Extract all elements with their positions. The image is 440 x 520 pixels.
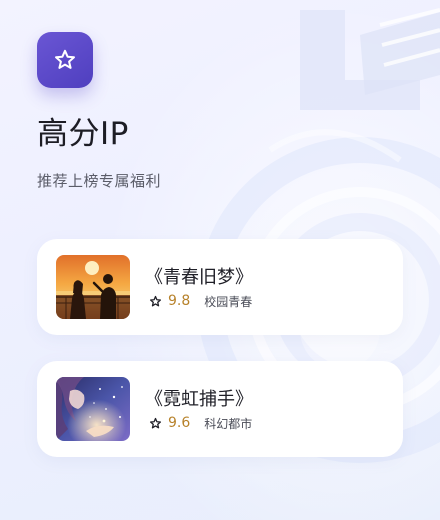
- book-cover: [56, 377, 130, 441]
- book-genre: 科幻都市: [204, 416, 253, 431]
- star-outline-icon: [55, 49, 75, 69]
- book-title: 《青春旧梦》: [145, 267, 253, 288]
- rating-score: 9.6: [168, 415, 191, 431]
- rating-row: 9.6 科幻都市: [149, 414, 252, 432]
- page-title: 高分IP: [37, 116, 129, 152]
- rating-score: 9.8: [168, 293, 191, 309]
- rating-row: 9.8 校园青春: [149, 292, 252, 310]
- rating-star-icon: [149, 417, 162, 428]
- book-card[interactable]: 《霓虹捕手》 9.6 科幻都市: [37, 361, 403, 457]
- book-title: 《霓虹捕手》: [145, 389, 253, 410]
- hot-ip-panel: 高分IP 推荐上榜专属福利 《青春旧梦》 9.8 校园青春 《霓虹捕手》 9.6…: [0, 0, 440, 520]
- book-cover: [56, 255, 130, 319]
- star-badge: [37, 32, 93, 88]
- sunset-couple-image: [56, 255, 130, 319]
- page-subtitle: 推荐上榜专属福利: [37, 172, 162, 190]
- starry-girl-image: [56, 377, 130, 441]
- book-card[interactable]: 《青春旧梦》 9.8 校园青春: [37, 239, 403, 335]
- rating-star-icon: [149, 295, 162, 306]
- book-genre: 校园青春: [204, 294, 253, 309]
